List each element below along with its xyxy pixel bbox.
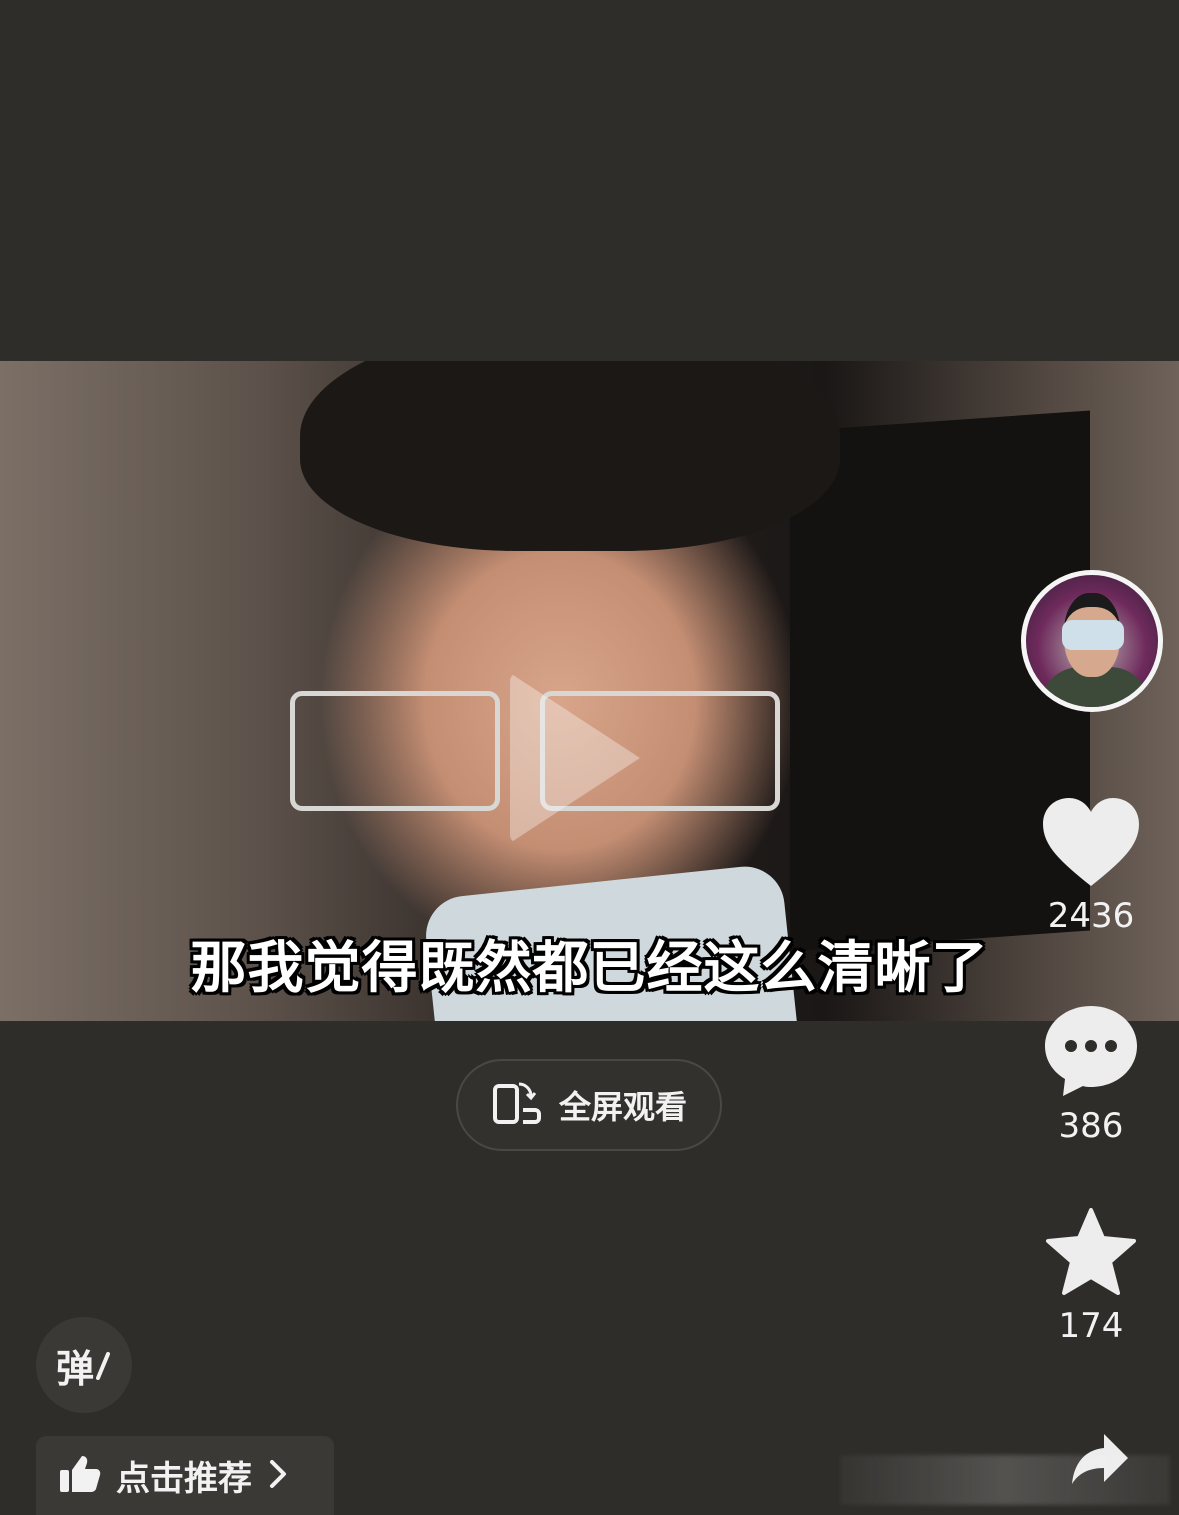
favorite-count: 174: [1058, 1306, 1124, 1346]
author-avatar[interactable]: [1021, 570, 1163, 712]
danmu-label: 弹: [55, 1346, 94, 1391]
video-subtitle: 那我觉得既然都已经这么清晰了: [190, 936, 989, 1001]
rotate-screen-icon: [491, 1080, 543, 1130]
chevron-right-icon: [266, 1456, 290, 1496]
favorite-action[interactable]: 174: [1020, 1206, 1162, 1346]
like-count: 2436: [1047, 896, 1135, 936]
video-subject-glasses-left: [290, 691, 500, 811]
danmu-toggle-button[interactable]: 弹: [36, 1317, 132, 1413]
play-icon[interactable]: [510, 673, 640, 843]
comment-action[interactable]: 386: [1020, 1002, 1162, 1146]
fullscreen-label: 全屏观看: [558, 1088, 687, 1126]
heart-icon: [1041, 798, 1141, 892]
comment-bubble-icon: [1041, 1006, 1141, 1102]
comment-count: 386: [1058, 1106, 1124, 1146]
recommend-label: 点击推荐: [116, 1459, 252, 1499]
danmu-slash-icon: [96, 1352, 110, 1380]
watermark: [840, 1455, 1170, 1505]
star-icon: [1043, 1208, 1139, 1302]
like-action[interactable]: 2436: [1020, 796, 1162, 936]
video-subject-hair: [300, 361, 840, 551]
video-player[interactable]: [0, 361, 1179, 1021]
recommend-button[interactable]: 点击推荐: [36, 1436, 334, 1515]
avatar-mask: [1062, 620, 1124, 650]
fullscreen-button[interactable]: 全屏观看: [456, 1059, 722, 1151]
thumbs-up-icon: [58, 1454, 102, 1498]
